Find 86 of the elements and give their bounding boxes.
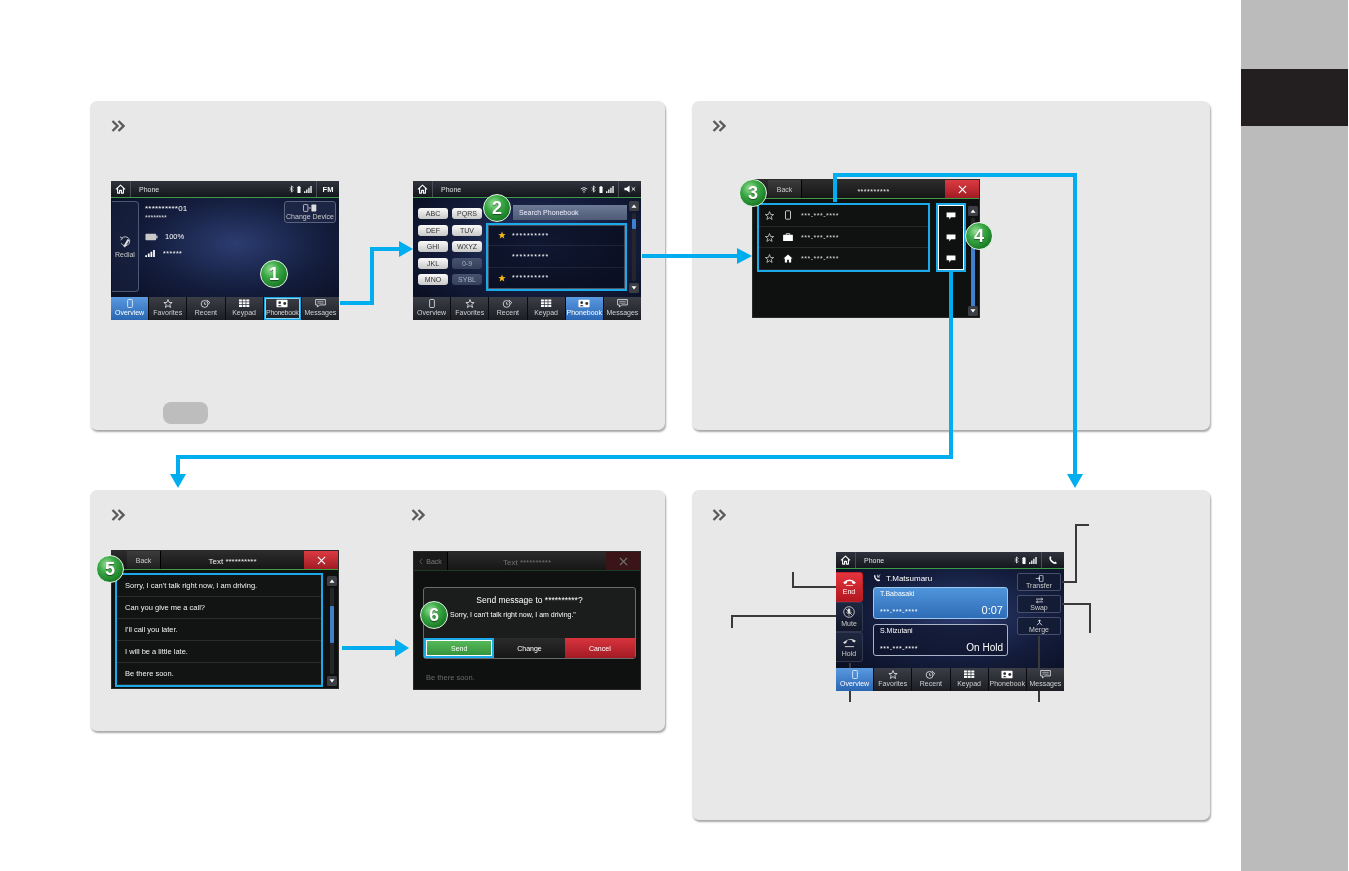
close-button[interactable] xyxy=(304,551,338,569)
close-icon xyxy=(957,184,967,194)
dialog-title: Send message to **********? xyxy=(476,595,583,605)
star-icon xyxy=(498,231,506,240)
connector-arrow xyxy=(342,639,409,657)
circular-arrow-handset-icon xyxy=(119,235,131,249)
close-button[interactable] xyxy=(945,180,979,198)
device-name: **********01 xyxy=(145,204,188,213)
bluetooth-icon xyxy=(1014,556,1019,564)
leader-line xyxy=(849,690,851,703)
signal-bars-icon xyxy=(1029,556,1037,564)
message-icon[interactable] xyxy=(946,233,956,242)
star-icon xyxy=(887,670,898,679)
house-icon xyxy=(782,254,793,264)
handset-cradle-icon xyxy=(841,636,857,648)
leader-line xyxy=(1038,690,1040,703)
step-number: 3 xyxy=(739,179,767,207)
step-number: 4 xyxy=(965,222,993,250)
muted-speaker-icon xyxy=(624,185,636,193)
message-icon[interactable] xyxy=(946,211,956,220)
leader-line xyxy=(849,662,851,669)
star-icon xyxy=(162,299,173,308)
battery-icon xyxy=(145,232,158,241)
contact-card-icon xyxy=(578,299,591,308)
smartphone-icon xyxy=(851,670,858,679)
battery-icon xyxy=(1022,556,1026,564)
smartphone-icon xyxy=(428,299,435,308)
clock-icon xyxy=(200,299,212,308)
swap-arrows-icon xyxy=(1034,596,1044,604)
keypad-icon xyxy=(540,299,552,308)
phone-arrow-icon xyxy=(1034,574,1044,582)
double-chevron-icon xyxy=(111,120,125,132)
contact-card-icon xyxy=(1001,670,1014,679)
smartphone-icon xyxy=(126,299,133,308)
phone-icon xyxy=(1048,555,1058,565)
call-status: 0:07 xyxy=(981,605,1003,616)
chevron-left-icon xyxy=(419,557,424,565)
battery-icon xyxy=(599,185,603,193)
smartphone-icon xyxy=(784,210,791,221)
handset-icon xyxy=(841,578,857,586)
step-number: 2 xyxy=(483,194,511,222)
screen-title: Text ********** xyxy=(208,557,257,568)
leader-line xyxy=(792,571,837,588)
double-chevron-icon xyxy=(411,509,425,521)
briefcase-icon xyxy=(782,233,793,241)
muted-mic-icon xyxy=(843,606,855,618)
home-icon[interactable] xyxy=(840,555,851,565)
wifi-icon xyxy=(580,185,588,193)
handset-arrow-icon xyxy=(873,574,881,582)
keypad-icon xyxy=(963,670,975,679)
signal-bars-icon xyxy=(304,185,312,193)
battery-icon xyxy=(297,185,301,193)
two-phones-icon xyxy=(303,203,317,212)
home-icon[interactable] xyxy=(417,184,428,194)
star-icon xyxy=(498,273,506,282)
message-icon xyxy=(1039,670,1051,679)
merge-arrow-icon xyxy=(1035,618,1043,626)
double-chevron-icon xyxy=(712,509,726,521)
message-icon[interactable] xyxy=(946,255,956,264)
leader-line xyxy=(1061,524,1090,583)
leader-line xyxy=(1038,635,1040,669)
close-icon xyxy=(316,555,326,565)
message-icon xyxy=(314,299,326,308)
star-icon xyxy=(464,299,475,308)
contact-card-icon xyxy=(276,299,289,308)
close-button[interactable] xyxy=(606,552,640,570)
clock-icon xyxy=(502,299,514,308)
step-number: 1 xyxy=(260,260,288,288)
home-icon[interactable] xyxy=(115,184,126,194)
double-chevron-icon xyxy=(111,509,125,521)
signal-bars-icon xyxy=(606,185,614,193)
clock-icon xyxy=(925,670,937,679)
call-status: On Hold xyxy=(966,643,1003,653)
message-icon xyxy=(616,299,628,308)
bluetooth-icon xyxy=(591,185,596,193)
step-number: 5 xyxy=(96,555,124,583)
signal-bars-icon xyxy=(145,250,156,257)
caller-name: T.Matsumaru xyxy=(886,573,933,583)
screen-title: Text ********** xyxy=(503,558,551,569)
bluetooth-icon xyxy=(289,185,294,193)
scrollbar[interactable] xyxy=(327,576,337,686)
double-chevron-icon xyxy=(712,120,726,132)
scrollbar[interactable] xyxy=(629,201,639,293)
close-icon xyxy=(618,556,628,566)
keypad-icon xyxy=(238,299,250,308)
leader-line xyxy=(1061,603,1091,634)
